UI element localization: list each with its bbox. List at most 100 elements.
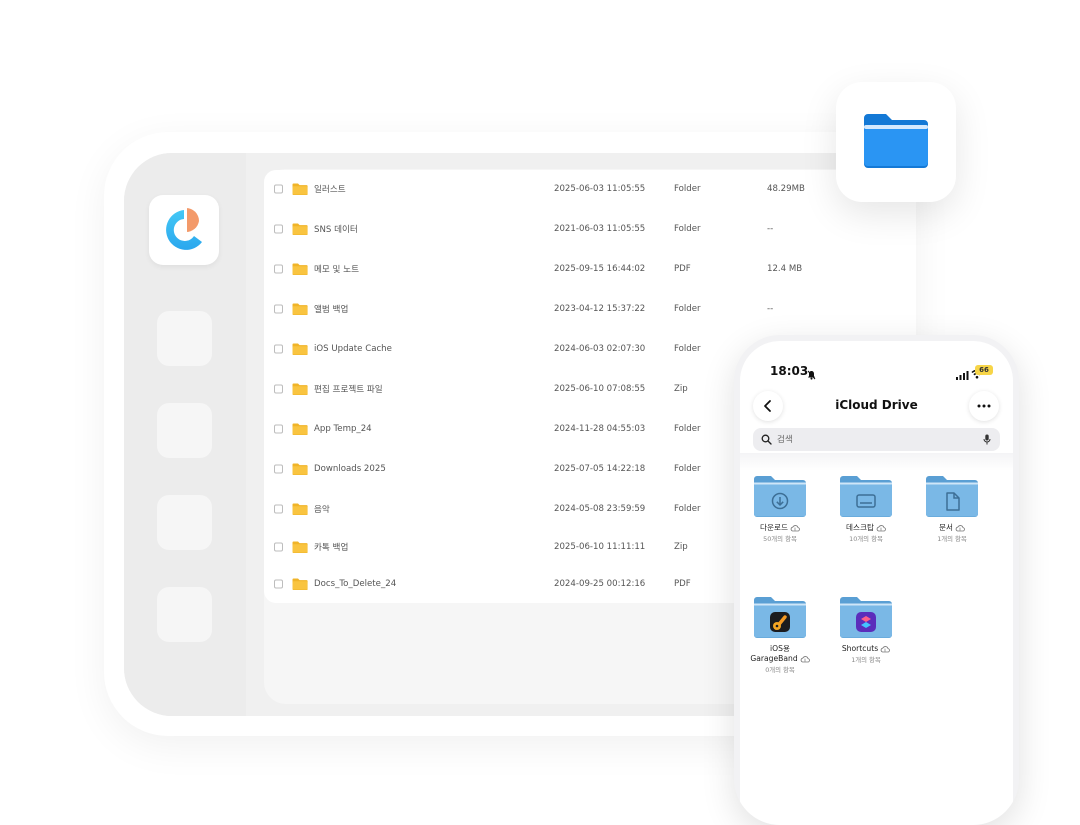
cloud-download-icon xyxy=(880,645,891,652)
folder-icon xyxy=(840,476,892,517)
file-name: SNS 데이터 xyxy=(314,225,358,235)
icloud-folder-item[interactable]: 다운로드 50개의 항목 xyxy=(740,474,820,544)
file-name: 일러스트 xyxy=(314,185,346,195)
file-date: 2021-06-03 11:05:55 xyxy=(554,224,646,234)
file-date: 2024-05-08 23:59:59 xyxy=(554,504,646,514)
file-name: Docs_To_Delete_24 xyxy=(314,579,397,589)
folder-item-count: 10개의 항목 xyxy=(849,535,883,543)
file-name: 앨범 백업 xyxy=(314,305,349,315)
folder-icon xyxy=(292,423,308,435)
folder-name: Shortcuts xyxy=(826,644,906,654)
file-checkbox[interactable] xyxy=(274,424,283,434)
folder-icon xyxy=(292,578,308,590)
header-fade xyxy=(740,453,1013,471)
icloud-folder-item[interactable]: iOS용 GarageBand 0개의 항목 xyxy=(740,595,820,675)
icloud-folder-item[interactable]: 문서 1개의 항목 xyxy=(912,474,992,544)
folder-name-text: 다운로드 xyxy=(760,523,788,532)
folder-icon xyxy=(292,303,308,315)
file-date: 2024-06-03 02:07:30 xyxy=(554,344,646,354)
cloud-download-icon xyxy=(955,524,965,531)
file-date: 2025-07-05 14:22:18 xyxy=(554,464,646,474)
file-name: Downloads 2025 xyxy=(314,464,386,474)
file-checkbox[interactable] xyxy=(274,224,283,234)
folder-icon xyxy=(292,541,308,553)
file-name: 편집 프로젝트 파일 xyxy=(314,385,383,395)
folder-name-text: 문서 xyxy=(939,523,953,532)
folder-name-line-2: GarageBand xyxy=(750,654,798,663)
microphone-icon[interactable] xyxy=(983,434,991,445)
folder-name-text: 데스크탑 xyxy=(846,523,874,532)
file-type: Folder xyxy=(674,424,701,434)
folder-icon xyxy=(292,343,308,355)
file-date: 2024-09-25 00:12:16 xyxy=(554,579,646,589)
more-button[interactable] xyxy=(969,391,999,421)
cloud-download-icon xyxy=(876,524,886,531)
file-checkbox[interactable] xyxy=(274,184,283,194)
app-logo-icon xyxy=(166,208,202,250)
file-size: -- xyxy=(767,304,774,314)
file-type: Zip xyxy=(674,542,688,552)
ellipsis-icon xyxy=(977,404,991,408)
folder-name: 다운로드 xyxy=(740,523,820,533)
search-input[interactable] xyxy=(777,432,957,447)
bell-icon xyxy=(807,365,816,384)
file-row[interactable]: 앨범 백업 2023-04-12 15:37:22 Folder -- xyxy=(264,290,884,328)
sidebar-nav-slot-3[interactable] xyxy=(157,495,212,550)
file-checkbox[interactable] xyxy=(274,264,283,274)
search-bar[interactable] xyxy=(753,428,1000,451)
sidebar-nav-slot-2[interactable] xyxy=(157,403,212,458)
folder-icon xyxy=(292,183,308,195)
cloud-download-icon xyxy=(800,655,810,662)
file-checkbox[interactable] xyxy=(274,344,283,354)
file-row[interactable]: 메모 및 노트 2025-09-15 16:44:02 PDF 12.4 MB xyxy=(264,250,884,288)
file-type: Folder xyxy=(674,344,701,354)
file-name: iOS Update Cache xyxy=(314,344,392,354)
folder-icon xyxy=(292,503,308,515)
folder-item-count: 1개의 항목 xyxy=(851,656,881,664)
file-type: Folder xyxy=(674,304,701,314)
folder-icon xyxy=(754,476,806,517)
file-checkbox[interactable] xyxy=(274,304,283,314)
file-checkbox[interactable] xyxy=(274,579,283,589)
file-checkbox[interactable] xyxy=(274,504,283,514)
file-row[interactable]: SNS 데이터 2021-06-03 11:05:55 Folder -- xyxy=(264,210,884,248)
sidebar-nav-slot-1[interactable] xyxy=(157,311,212,366)
status-bar: 18:03 66 xyxy=(740,341,1013,381)
file-row[interactable]: 일러스트 2025-06-03 11:05:55 Folder 48.29MB xyxy=(264,170,884,208)
shortcuts-app-icon xyxy=(856,612,876,632)
file-type: Zip xyxy=(674,384,688,394)
file-name: 카톡 백업 xyxy=(314,543,349,553)
file-date: 2023-04-12 15:37:22 xyxy=(554,304,646,314)
file-checkbox[interactable] xyxy=(274,384,283,394)
folder-item-count: 50개의 항목 xyxy=(763,535,797,543)
folder-icon xyxy=(292,263,308,275)
file-name: 음악 xyxy=(314,505,330,515)
garageband-app-icon xyxy=(770,612,790,632)
file-size: 12.4 MB xyxy=(767,264,803,274)
search-icon xyxy=(761,434,772,445)
folder-icon xyxy=(292,383,308,395)
file-checkbox[interactable] xyxy=(274,542,283,552)
file-checkbox[interactable] xyxy=(274,464,283,474)
sidebar xyxy=(124,153,246,716)
folder-name-text: Shortcuts xyxy=(841,644,879,653)
file-name: 메모 및 노트 xyxy=(314,265,359,275)
icloud-folder-item[interactable]: Shortcuts 1개의 항목 xyxy=(826,595,906,665)
sidebar-nav-slot-4[interactable] xyxy=(157,587,212,642)
file-size: 48.29MB xyxy=(767,184,805,194)
file-date: 2025-06-03 11:05:55 xyxy=(554,184,646,194)
status-time: 18:03 xyxy=(770,364,809,378)
icloud-folder-item[interactable]: 데스크탑 10개의 항목 xyxy=(826,474,906,544)
folder-icon xyxy=(840,597,892,638)
folder-icon xyxy=(754,597,806,638)
folder-icon xyxy=(292,463,308,475)
folder-name: 문서 xyxy=(912,523,992,533)
phone-screen: 18:03 66 iCloud Drive 검색 다운로드 50개의 항목 데스… xyxy=(740,341,1013,825)
folder-item-count: 0개의 항목 xyxy=(765,666,795,674)
app-logo[interactable] xyxy=(149,195,219,265)
file-name: App Temp_24 xyxy=(314,424,372,434)
file-date: 2024-11-28 04:55:03 xyxy=(554,424,646,434)
signal-icon xyxy=(956,365,969,384)
folder-item-count: 1개의 항목 xyxy=(937,535,967,543)
files-app-card xyxy=(836,82,956,202)
